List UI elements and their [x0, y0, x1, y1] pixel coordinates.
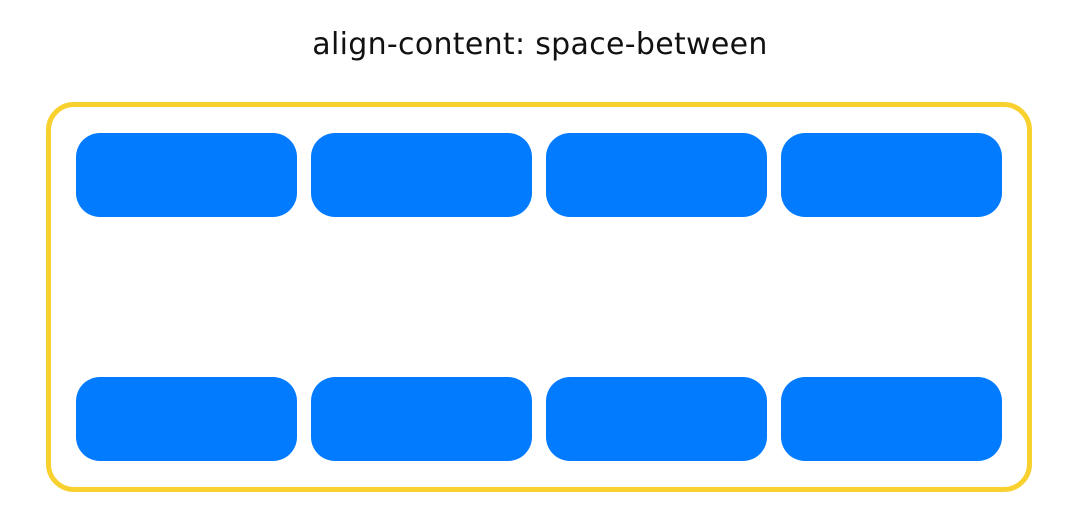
flex-container	[46, 102, 1032, 492]
flex-item-4	[781, 133, 1002, 217]
flex-item-7	[546, 377, 767, 461]
flex-item-2	[311, 133, 532, 217]
flex-item-6	[311, 377, 532, 461]
diagram-title: align-content: space-between	[312, 27, 768, 62]
flex-item-5	[76, 377, 297, 461]
flex-item-3	[546, 133, 767, 217]
flex-item-1	[76, 133, 297, 217]
flex-item-8	[781, 377, 1002, 461]
